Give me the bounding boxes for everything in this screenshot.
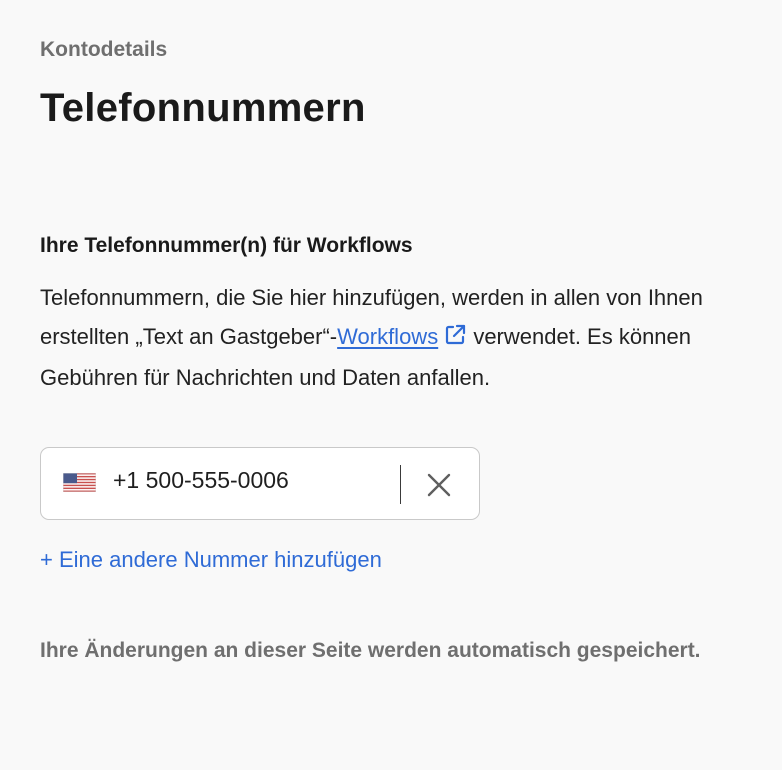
section-heading: Ihre Telefonnummer(n) für Workflows	[40, 234, 413, 257]
workflows-link-label: Workflows	[337, 323, 439, 349]
autosave-note: Ihre Änderungen an dieser Seite werden a…	[40, 639, 701, 662]
field-divider	[400, 465, 401, 504]
phone-number-field[interactable]: +1 500-555-0006	[40, 447, 480, 520]
workflows-link[interactable]: Workflows	[337, 324, 438, 349]
section-description: Telefonnummern, die Sie hier hinzufügen,…	[40, 279, 730, 398]
add-another-number-link[interactable]: + Eine andere Nummer hinzufügen	[40, 547, 382, 573]
close-icon	[427, 473, 451, 497]
us-flag-icon[interactable]	[62, 472, 97, 493]
breadcrumb[interactable]: Kontodetails	[40, 38, 167, 62]
page-title: Telefonnummern	[40, 86, 366, 130]
phone-number-value[interactable]: +1 500-555-0006	[113, 467, 289, 494]
external-link-icon[interactable]	[443, 321, 467, 360]
clear-number-button[interactable]	[419, 465, 459, 505]
